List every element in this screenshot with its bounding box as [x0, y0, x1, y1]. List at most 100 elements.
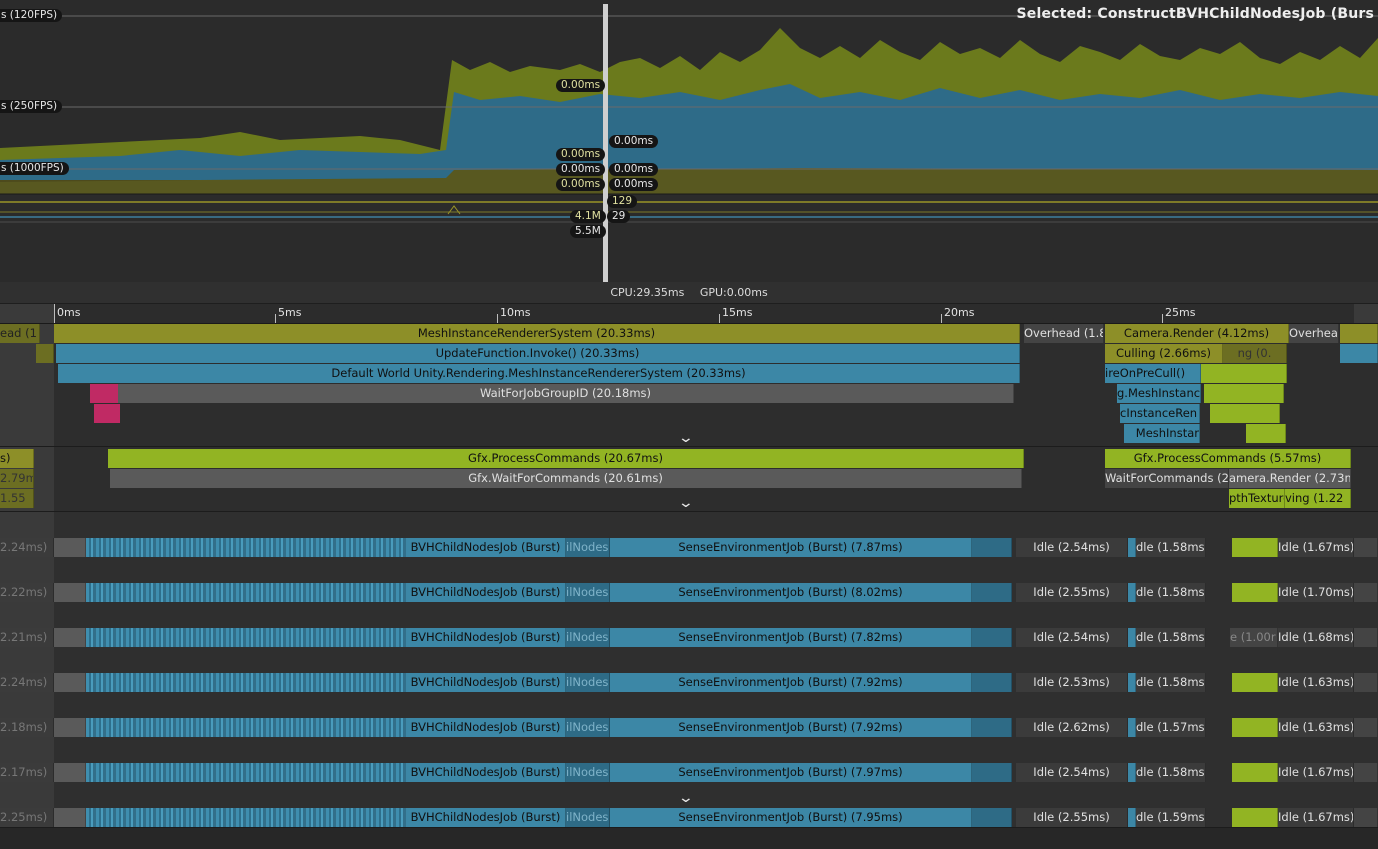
sample-bar[interactable]: [1128, 538, 1136, 557]
sample-bar[interactable]: [972, 763, 1012, 782]
sample-burst-jobs[interactable]: [86, 583, 406, 602]
sample-bar[interactable]: [1204, 384, 1284, 403]
sample-bar[interactable]: 2.25ms): [0, 808, 54, 827]
sample-idle[interactable]: Idle (1.63ms): [1278, 718, 1354, 737]
sample-bar[interactable]: s): [0, 449, 34, 468]
sample-bar[interactable]: ilNodes: [566, 808, 610, 827]
sample-mesh-instance-renderer-system[interactable]: MeshInstanceRendererSystem (20.33ms): [54, 324, 1020, 343]
sample-bar[interactable]: ead (1: [0, 324, 40, 343]
sample-wait-for-commands[interactable]: WaitForCommands (2.6: [1105, 469, 1229, 488]
cpu-usage-chart[interactable]: s (120FPS) s (250FPS) s (1000FPS) Select…: [0, 0, 1378, 282]
sample-burst-jobs[interactable]: [86, 808, 406, 827]
sample-bar[interactable]: [54, 763, 86, 782]
sample-bar[interactable]: 2.17ms): [0, 763, 54, 782]
sample-bvh-child-nodes-job[interactable]: BVHChildNodesJob (Burst): [406, 538, 566, 557]
sample-bar[interactable]: ilNodes: [566, 673, 610, 692]
sample-gfx-wait-for-commands[interactable]: Gfx.WaitForCommands (20.61ms): [110, 469, 1022, 488]
sample-bvh-child-nodes-job[interactable]: BVHChildNodesJob (Burst): [406, 718, 566, 737]
sample-bar[interactable]: [54, 673, 86, 692]
sample-idle[interactable]: dle (1.58ms: [1136, 628, 1206, 647]
sample-bar[interactable]: 2.24ms): [0, 538, 54, 557]
sample-camera-render[interactable]: amera.Render (2.73m: [1229, 469, 1351, 488]
sample-bar[interactable]: [1201, 364, 1287, 383]
sample-sense-environment-job[interactable]: SenseEnvironmentJob (Burst) (7.97ms): [610, 763, 972, 782]
sample-bar[interactable]: 2.79m: [0, 469, 34, 488]
sample-burst-jobs[interactable]: [86, 673, 406, 692]
sample-bar[interactable]: [1354, 808, 1378, 827]
sample-idle[interactable]: Idle (1.67ms): [1278, 538, 1354, 557]
sample-overhead[interactable]: Overhead (1.8: [1024, 324, 1104, 343]
sample-bar[interactable]: [1128, 673, 1136, 692]
sample-sense-environment-job[interactable]: SenseEnvironmentJob (Burst) (7.82ms): [610, 628, 972, 647]
sample-bar[interactable]: [1340, 344, 1378, 363]
sample-bar[interactable]: [1232, 673, 1278, 692]
sample-idle[interactable]: Idle (2.54ms): [1016, 763, 1128, 782]
sample-bar[interactable]: [1246, 424, 1286, 443]
sample-idle[interactable]: Idle (2.54ms): [1016, 538, 1128, 557]
sample-bar[interactable]: ilNodes: [566, 763, 610, 782]
sample-idle[interactable]: Idle (1.70ms): [1278, 583, 1354, 602]
sample-idle[interactable]: dle (1.58ms: [1136, 763, 1206, 782]
sample-bar[interactable]: [972, 538, 1012, 557]
sample-burst-jobs[interactable]: [86, 763, 406, 782]
sample-bvh-child-nodes-job[interactable]: BVHChildNodesJob (Burst): [406, 583, 566, 602]
sample-bar[interactable]: [94, 404, 120, 423]
sample-idle[interactable]: dle (1.58ms: [1136, 583, 1206, 602]
sample-bar[interactable]: 2.24ms): [0, 673, 54, 692]
sample-bar[interactable]: [90, 384, 118, 403]
sample-idle[interactable]: Idle (1.67ms): [1278, 763, 1354, 782]
sample-update-function-invoke[interactable]: UpdateFunction.Invoke() (20.33ms): [56, 344, 1020, 363]
timeline-view[interactable]: CPU:29.35ms GPU:0.00ms 0ms 5ms 10ms 15ms…: [0, 282, 1378, 849]
sample-bar[interactable]: [1210, 404, 1280, 423]
sample-bar[interactable]: ilNodes: [566, 628, 610, 647]
sample-idle[interactable]: Idle (2.54ms): [1016, 628, 1128, 647]
sample-bar[interactable]: [1128, 718, 1136, 737]
sample-bar[interactable]: [972, 673, 1012, 692]
sample-bar[interactable]: ilNodes: [566, 718, 610, 737]
sample-bar[interactable]: [1232, 538, 1278, 557]
sample-sense-environment-job[interactable]: SenseEnvironmentJob (Burst) (7.92ms): [610, 718, 972, 737]
sample-bar[interactable]: ving (1.22: [1285, 489, 1351, 508]
sample-bar[interactable]: [1232, 583, 1278, 602]
sample-bar[interactable]: [1128, 583, 1136, 602]
sample-sense-environment-job[interactable]: SenseEnvironmentJob (Burst) (8.02ms): [610, 583, 972, 602]
sample-bvh-child-nodes-job[interactable]: BVHChildNodesJob (Burst): [406, 673, 566, 692]
sample-idle[interactable]: Idle (2.55ms): [1016, 583, 1128, 602]
sample-bar[interactable]: ilNodes: [566, 538, 610, 557]
sample-bar[interactable]: [1128, 808, 1136, 827]
sample-bar[interactable]: [1354, 673, 1378, 692]
sample-sense-environment-job[interactable]: SenseEnvironmentJob (Burst) (7.95ms): [610, 808, 972, 827]
sample-bar[interactable]: [972, 583, 1012, 602]
sample-overhead[interactable]: Overhead (: [1289, 324, 1339, 343]
sample-idle[interactable]: Idle (1.67ms): [1278, 808, 1354, 827]
sample-bar[interactable]: ilNodes: [566, 583, 610, 602]
sample-bar[interactable]: 2.18ms): [0, 718, 54, 737]
sample-bar[interactable]: [972, 628, 1012, 647]
sample-bar[interactable]: [1340, 324, 1378, 343]
sample-bar[interactable]: [54, 538, 86, 557]
sample-sense-environment-job[interactable]: SenseEnvironmentJob (Burst) (7.92ms): [610, 673, 972, 692]
sample-bar[interactable]: [1232, 808, 1278, 827]
sample-bar[interactable]: [1232, 718, 1278, 737]
sample-bar[interactable]: 2.22ms): [0, 583, 54, 602]
sample-idle[interactable]: Idle (2.55ms): [1016, 808, 1128, 827]
sample-mesh-instance[interactable]: g.MeshInstanc: [1117, 384, 1201, 403]
sample-bar[interactable]: [1354, 628, 1378, 647]
sample-bar[interactable]: [54, 583, 86, 602]
sample-bar[interactable]: [1354, 718, 1378, 737]
sample-idle[interactable]: dle (1.57ms: [1136, 718, 1206, 737]
sample-bar[interactable]: [36, 344, 54, 363]
sample-instance-render[interactable]: cInstanceRen: [1120, 404, 1200, 423]
sample-fire-on-pre-cull[interactable]: ireOnPreCull(): [1105, 364, 1201, 383]
sample-depth-texture[interactable]: pthTexture: [1229, 489, 1285, 508]
sample-mesh-instance[interactable]: MeshInstar: [1124, 424, 1200, 443]
sample-burst-jobs[interactable]: [86, 718, 406, 737]
sample-bar[interactable]: [1128, 628, 1136, 647]
sample-bar[interactable]: [54, 808, 86, 827]
sample-idle[interactable]: Idle (2.62ms): [1016, 718, 1128, 737]
sample-wait-for-job-group-id[interactable]: WaitForJobGroupID (20.18ms): [118, 384, 1014, 403]
sample-idle[interactable]: Idle (2.53ms): [1016, 673, 1128, 692]
sample-bar[interactable]: ng (0.: [1223, 344, 1287, 363]
sample-gfx-process-commands[interactable]: Gfx.ProcessCommands (5.57ms): [1105, 449, 1351, 468]
sample-bvh-child-nodes-job[interactable]: BVHChildNodesJob (Burst): [406, 628, 566, 647]
